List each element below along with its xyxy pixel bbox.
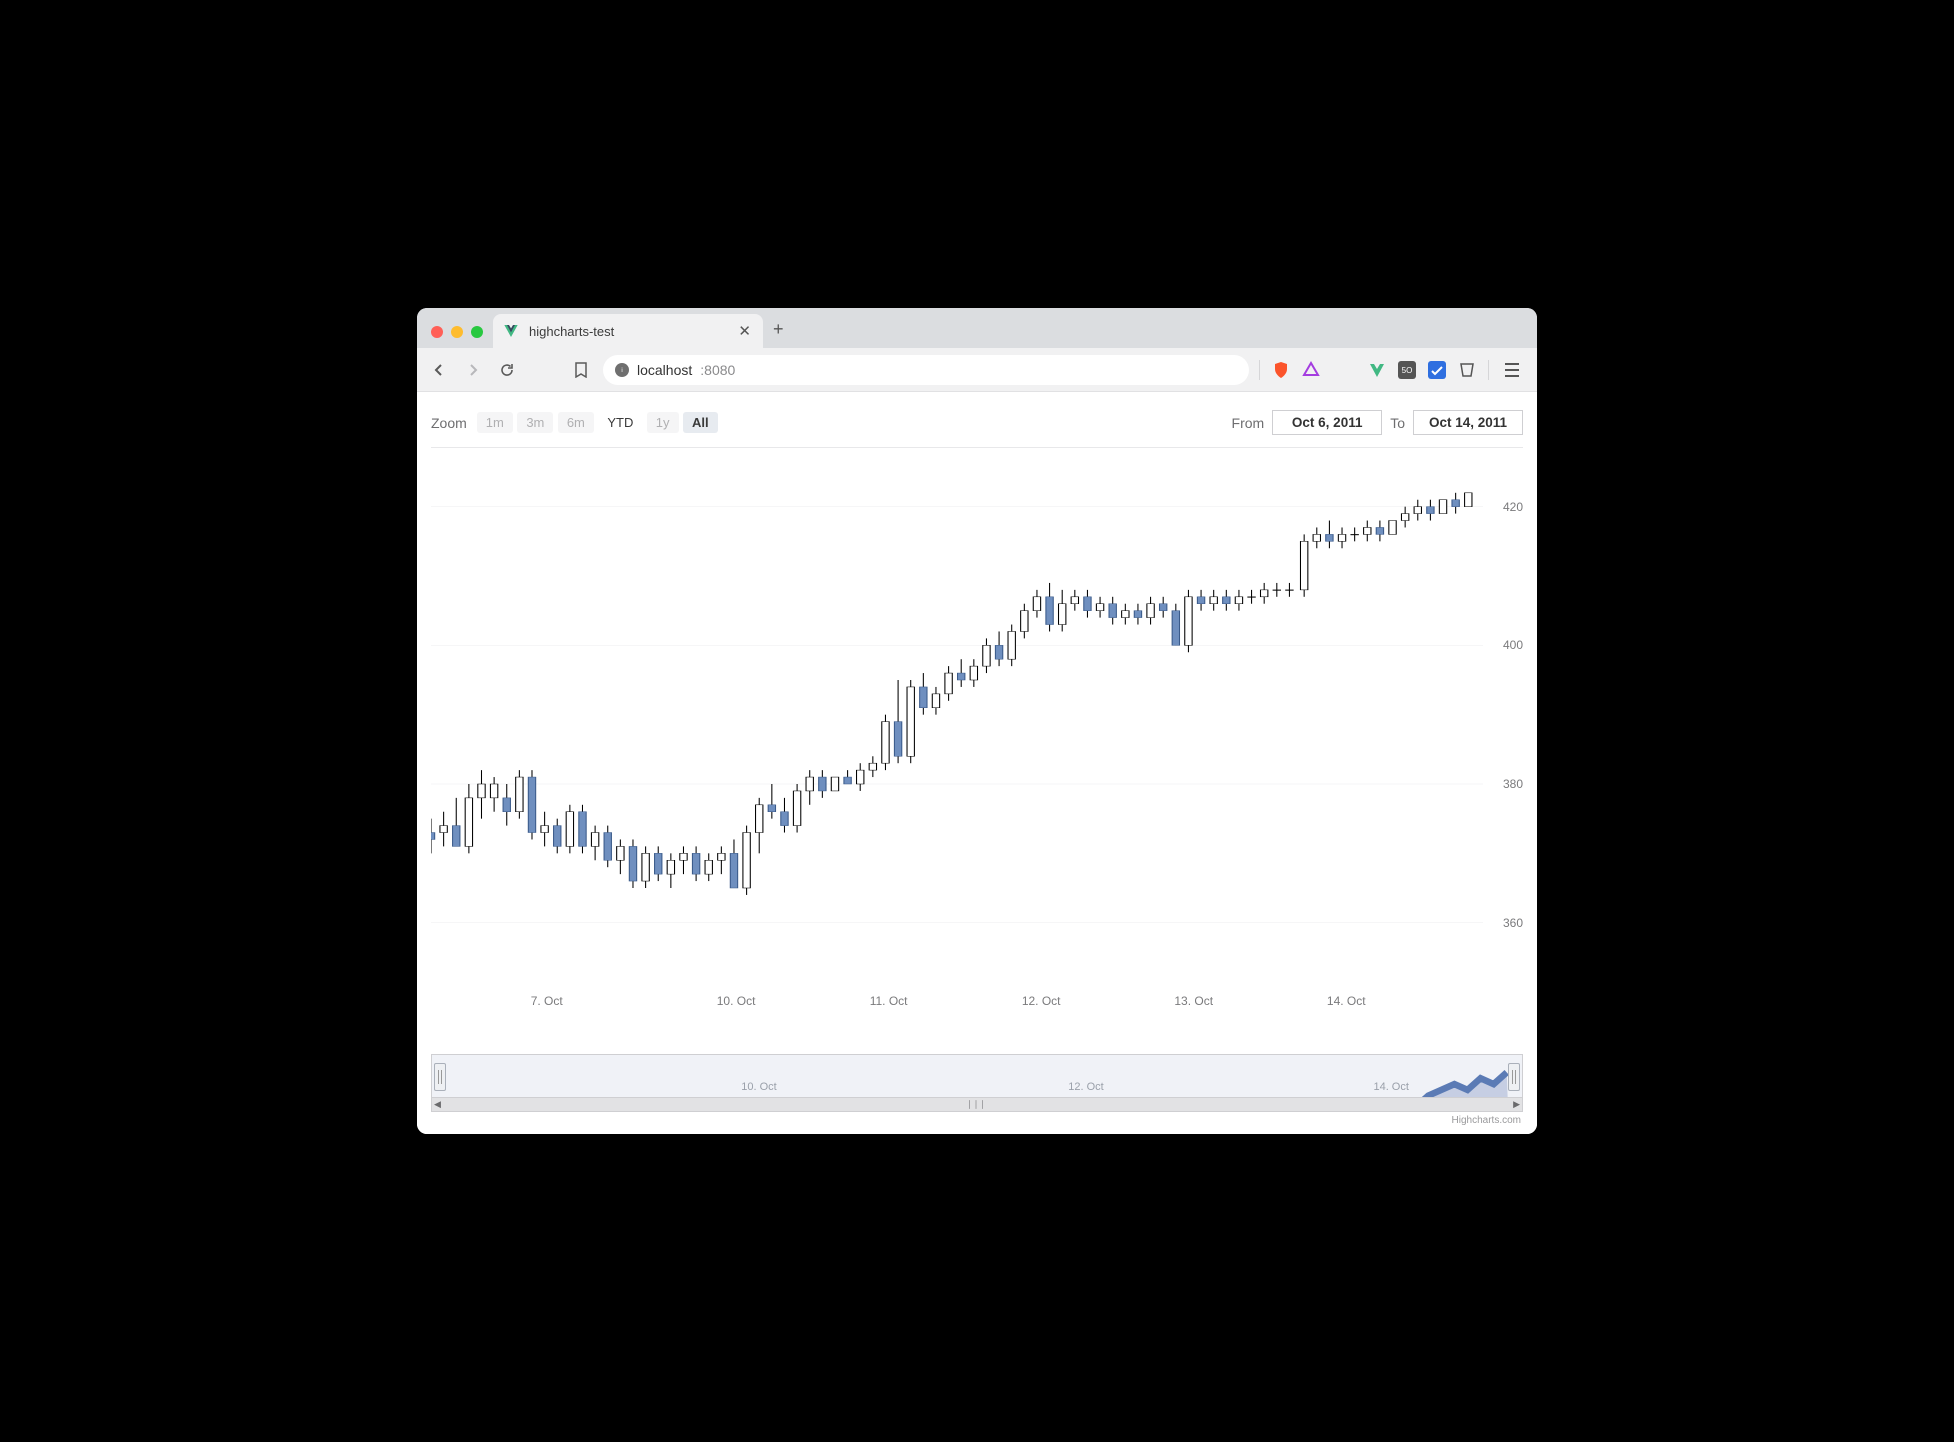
zoom-button-1m[interactable]: 1m	[477, 412, 513, 433]
page-content: Zoom 1m 3m 6m YTD 1y All From Oct 6, 201…	[417, 392, 1537, 1134]
y-tick: 420	[1503, 500, 1523, 514]
y-axis: 360 380 400 420	[1485, 472, 1523, 992]
url-port: :8080	[700, 362, 735, 378]
new-tab-button[interactable]: +	[763, 311, 794, 348]
site-info-icon[interactable]: i	[615, 363, 629, 377]
x-tick: 10. Oct	[717, 994, 756, 1008]
url-host: localhost	[637, 362, 692, 378]
scrollbar-right-arrow-icon[interactable]: ▶	[1513, 1099, 1520, 1110]
address-bar[interactable]: i localhost :8080	[603, 355, 1249, 385]
plot-area[interactable]	[431, 472, 1483, 992]
reload-button[interactable]	[495, 358, 519, 382]
toolbar-separator	[1259, 360, 1260, 380]
brave-shields-icon[interactable]	[1272, 361, 1290, 379]
vue-devtools-icon[interactable]	[1368, 361, 1386, 379]
to-label: To	[1390, 415, 1405, 431]
forward-button[interactable]	[461, 358, 485, 382]
zoom-button-6m[interactable]: 6m	[558, 412, 594, 433]
minimize-window-icon[interactable]	[451, 326, 463, 338]
close-window-icon[interactable]	[431, 326, 443, 338]
y-tick: 360	[1503, 916, 1523, 930]
tab-title: highcharts-test	[529, 324, 728, 339]
browser-toolbar: i localhost :8080 5O	[417, 348, 1537, 392]
stock-chart[interactable]: 360 380 400 420 7. Oct 10. Oct 11. Oct 12. Oct…	[431, 456, 1523, 1044]
toolbar-separator	[1488, 360, 1489, 380]
y-tick: 400	[1503, 638, 1523, 652]
navigator-tick: 14. Oct	[1373, 1081, 1408, 1093]
window-controls	[427, 326, 493, 348]
browser-window: highcharts-test ✕ + i localhost :8080	[417, 308, 1537, 1134]
y-tick: 380	[1503, 777, 1523, 791]
navigator-tick: 10. Oct	[741, 1081, 776, 1093]
svg-text:i: i	[621, 368, 622, 374]
extension-icon-b[interactable]	[1428, 361, 1446, 379]
scrollbar-grip-icon[interactable]: ∣∣∣	[967, 1099, 987, 1110]
vue-favicon-icon	[503, 323, 519, 339]
x-tick: 14. Oct	[1327, 994, 1366, 1008]
x-tick: 12. Oct	[1022, 994, 1061, 1008]
navigator-scrollbar[interactable]: ◀ ∣∣∣ ▶	[431, 1098, 1523, 1112]
extension-icon-c[interactable]	[1458, 361, 1476, 379]
close-tab-icon[interactable]: ✕	[738, 322, 751, 340]
x-tick: 11. Oct	[870, 994, 908, 1008]
tab-strip: highcharts-test ✕ +	[417, 308, 1537, 348]
x-axis: 7. Oct 10. Oct 11. Oct 12. Oct 13. Oct 14. Oc…	[431, 994, 1483, 1014]
zoom-button-all[interactable]: All	[683, 412, 718, 433]
maximize-window-icon[interactable]	[471, 326, 483, 338]
zoom-button-ytd[interactable]: YTD	[598, 412, 642, 433]
x-tick: 13. Oct	[1174, 994, 1213, 1008]
scrollbar-left-arrow-icon[interactable]: ◀	[434, 1099, 441, 1110]
navigator-plot[interactable]: 10. Oct 12. Oct 14. Oct	[431, 1054, 1523, 1098]
from-label: From	[1232, 415, 1265, 431]
x-tick: 7. Oct	[531, 994, 563, 1008]
menu-button[interactable]	[1501, 359, 1523, 381]
navigator-tick: 12. Oct	[1068, 1081, 1103, 1093]
navigator: 10. Oct 12. Oct 14. Oct ◀ ∣∣∣ ▶	[431, 1054, 1523, 1112]
zoom-label: Zoom	[431, 415, 467, 431]
zoom-button-1y[interactable]: 1y	[647, 412, 679, 433]
svg-text:5O: 5O	[1402, 366, 1413, 375]
range-selector: Zoom 1m 3m 6m YTD 1y All From Oct 6, 201…	[431, 410, 1523, 448]
zoom-button-3m[interactable]: 3m	[517, 412, 553, 433]
chart-credit[interactable]: Highcharts.com	[431, 1112, 1523, 1126]
bookmark-button[interactable]	[569, 358, 593, 382]
back-button[interactable]	[427, 358, 451, 382]
extension-icon-a[interactable]: 5O	[1398, 361, 1416, 379]
brave-rewards-icon[interactable]	[1302, 361, 1320, 379]
to-date-input[interactable]: Oct 14, 2011	[1413, 410, 1523, 435]
browser-tab[interactable]: highcharts-test ✕	[493, 314, 763, 348]
extension-icons: 5O	[1259, 359, 1527, 381]
from-date-input[interactable]: Oct 6, 2011	[1272, 410, 1382, 435]
